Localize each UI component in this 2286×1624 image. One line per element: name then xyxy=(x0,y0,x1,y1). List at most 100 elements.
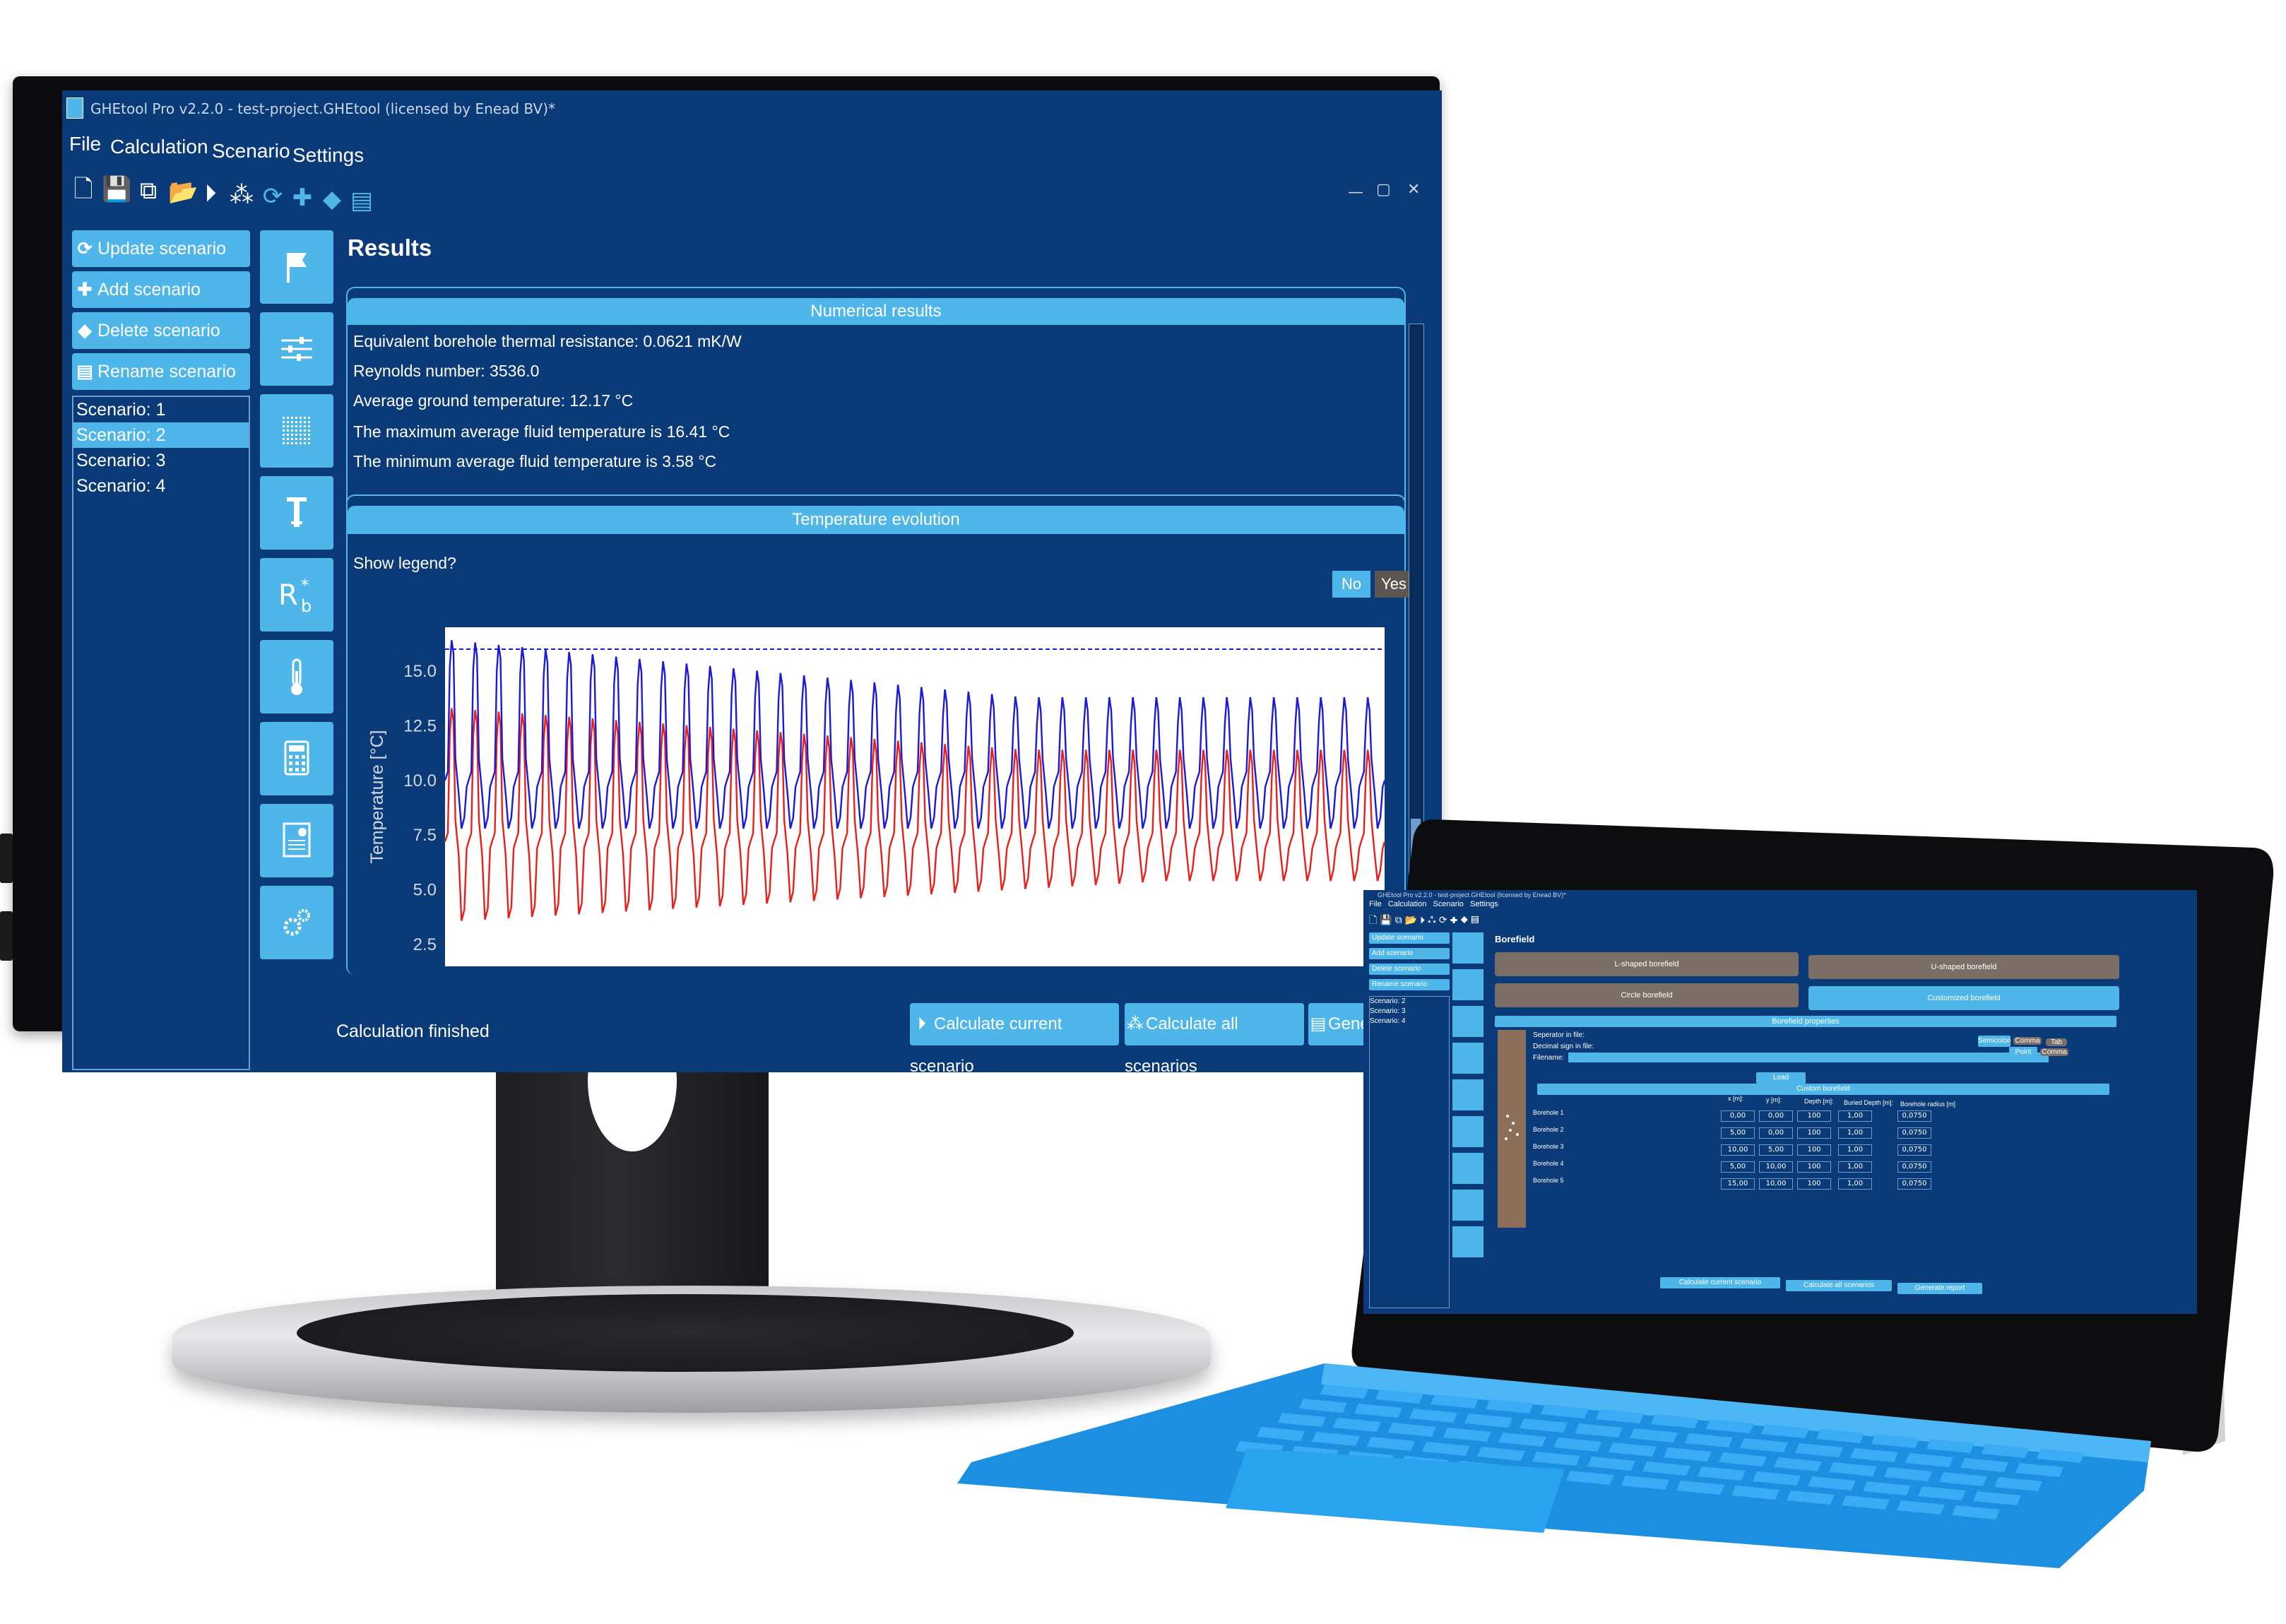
borehole-y-field[interactable]: 10,00 xyxy=(1759,1161,1793,1173)
calculate-current-scenario-button[interactable]: ⏵ Calculate current scenario xyxy=(910,1003,1119,1072)
rename-scenario-button[interactable]: ▤ Rename scenario xyxy=(72,353,250,390)
tablet-nav-report-icon[interactable] xyxy=(1452,1190,1483,1221)
add-scenario-button[interactable]: ✚ Add scenario xyxy=(72,271,250,308)
borehole-radius-field[interactable]: 0,0750 xyxy=(1897,1110,1931,1122)
tablet-nav-flag-icon[interactable] xyxy=(1452,932,1483,964)
nav-settings[interactable] xyxy=(260,886,333,959)
borehole-y-field[interactable]: 0,00 xyxy=(1759,1127,1793,1139)
nav-borehole[interactable] xyxy=(260,476,333,550)
tablet-calc-current-button[interactable]: Calculate current scenario xyxy=(1660,1277,1780,1288)
tablet-nav-borehole-icon[interactable] xyxy=(1452,1043,1483,1074)
nav-calculation[interactable] xyxy=(260,722,333,795)
list-item[interactable]: Scenario: 3 xyxy=(73,448,249,473)
delete-scenario-button[interactable]: ◆ Delete scenario xyxy=(72,312,250,349)
tablet-nav-rb-icon[interactable] xyxy=(1452,1079,1483,1110)
list-item[interactable]: Scenario: 4 xyxy=(73,473,249,499)
minimize-button[interactable]: — xyxy=(1348,184,1363,201)
tablet-update-scenario-button[interactable]: Update scenario xyxy=(1369,932,1450,944)
borehole-y-field[interactable]: 10,00 xyxy=(1759,1178,1793,1190)
tablet-nav-thermometer-icon[interactable] xyxy=(1452,1116,1483,1147)
save-as-icon[interactable]: ⧉ xyxy=(136,177,161,205)
borehole-radius-field[interactable]: 0,0750 xyxy=(1897,1127,1931,1139)
tablet-menu-file[interactable]: File xyxy=(1369,900,1382,908)
menu-scenario[interactable]: Scenario xyxy=(212,140,290,162)
play-icon[interactable]: ⏵ xyxy=(198,179,223,208)
sep-comma-option[interactable]: Comma xyxy=(2013,1037,2042,1045)
close-button[interactable]: ✕ xyxy=(1407,181,1420,198)
borehole-y-field[interactable]: 0,00 xyxy=(1759,1110,1793,1122)
borehole-buried-field[interactable]: 1,00 xyxy=(1838,1144,1872,1156)
nav-thermal-demands[interactable] xyxy=(260,312,333,386)
tablet-menu-scenario[interactable]: Scenario xyxy=(1433,900,1464,908)
tablet-nav-grid-icon[interactable] xyxy=(1452,1006,1483,1037)
borehole-x-field[interactable]: 15,00 xyxy=(1721,1178,1755,1190)
tablet-nav-sliders-icon[interactable] xyxy=(1452,969,1483,1000)
borehole-radius-field[interactable]: 0,0750 xyxy=(1897,1178,1931,1190)
borehole-depth-field[interactable]: 100 xyxy=(1797,1178,1831,1190)
l-shaped-borefield-button[interactable]: L-shaped borefield xyxy=(1495,952,1799,976)
borehole-y-field[interactable]: 5,00 xyxy=(1759,1144,1793,1156)
borehole-depth-field[interactable]: 100 xyxy=(1797,1110,1831,1122)
list-item[interactable]: Scenario: 3 xyxy=(1370,1007,1449,1017)
legend-yes-button[interactable]: Yes xyxy=(1375,571,1413,598)
sep-semicolon-option[interactable]: Semicolon xyxy=(1978,1036,2011,1047)
borehole-buried-field[interactable]: 1,00 xyxy=(1838,1110,1872,1122)
u-shaped-borefield-button[interactable]: U-shaped borefield xyxy=(1808,955,2119,979)
nav-borefield[interactable] xyxy=(260,394,333,468)
tablet-generate-report-button[interactable]: Generate report xyxy=(1897,1283,1982,1294)
sep-tab-option[interactable]: Tab xyxy=(2046,1038,2067,1046)
borehole-buried-field[interactable]: 1,00 xyxy=(1838,1178,1872,1190)
rename-icon[interactable]: ▤ xyxy=(349,186,374,215)
new-file-icon[interactable]: 🗋 xyxy=(71,175,96,203)
network-icon[interactable]: ⁂ xyxy=(229,181,254,209)
filename-input[interactable] xyxy=(1568,1053,2049,1062)
borehole-depth-field[interactable]: 100 xyxy=(1797,1161,1831,1173)
maximize-button[interactable]: ▢ xyxy=(1376,181,1391,198)
borehole-x-field[interactable]: 5,00 xyxy=(1721,1161,1755,1173)
list-item[interactable]: Scenario: 4 xyxy=(1370,1017,1449,1026)
menu-calculation[interactable]: Calculation xyxy=(110,136,208,158)
nav-results[interactable] xyxy=(260,804,333,877)
menu-file[interactable]: File xyxy=(69,133,101,155)
save-icon[interactable]: 💾 xyxy=(102,175,131,203)
borehole-x-field[interactable]: 0,00 xyxy=(1721,1110,1755,1122)
menu-settings[interactable]: Settings xyxy=(292,144,364,167)
load-button[interactable]: Load xyxy=(1756,1072,1806,1084)
legend-no-button[interactable]: No xyxy=(1332,571,1370,598)
borehole-buried-field[interactable]: 1,00 xyxy=(1838,1161,1872,1173)
borehole-radius-field[interactable]: 0,0750 xyxy=(1897,1161,1931,1173)
tablet-scenario-list[interactable]: Scenario: 2 Scenario: 3 Scenario: 4 xyxy=(1369,996,1450,1308)
update-scenario-button[interactable]: ⟳ Update scenario xyxy=(72,230,250,267)
open-folder-icon[interactable]: 📂 xyxy=(168,178,198,206)
customized-borefield-button[interactable]: Customized borefield xyxy=(1808,986,2119,1010)
tablet-menu-calculation[interactable]: Calculation xyxy=(1388,900,1426,908)
tablet-menu-settings[interactable]: Settings xyxy=(1470,900,1498,908)
nav-general[interactable] xyxy=(260,230,333,304)
scenario-list[interactable]: Scenario: 1 Scenario: 2 Scenario: 3 Scen… xyxy=(72,396,250,1070)
tablet-delete-scenario-button[interactable]: Delete scenario xyxy=(1369,964,1450,975)
dec-point-option[interactable]: Point xyxy=(2009,1047,2037,1058)
tablet-nav-settings-icon[interactable] xyxy=(1452,1226,1483,1257)
calculate-all-scenarios-button[interactable]: ⁂ Calculate all scenarios xyxy=(1125,1003,1304,1072)
list-item[interactable]: Scenario: 1 xyxy=(73,397,249,422)
borehole-x-field[interactable]: 5,00 xyxy=(1721,1127,1755,1139)
borehole-buried-field[interactable]: 1,00 xyxy=(1838,1127,1872,1139)
eraser-icon[interactable]: ◆ xyxy=(319,185,345,213)
borehole-depth-field[interactable]: 100 xyxy=(1797,1127,1831,1139)
nav-temperature[interactable] xyxy=(260,640,333,713)
list-item[interactable]: Scenario: 2 xyxy=(1370,997,1449,1007)
plus-icon[interactable]: ✚ xyxy=(290,184,315,212)
list-item-selected[interactable]: Scenario: 2 xyxy=(73,422,249,448)
tablet-keyboard xyxy=(957,1363,2151,1568)
borehole-depth-field[interactable]: 100 xyxy=(1797,1144,1831,1156)
refresh-icon[interactable]: ⟳ xyxy=(260,182,285,211)
borehole-x-field[interactable]: 10,00 xyxy=(1721,1144,1755,1156)
tablet-nav-calculator-icon[interactable] xyxy=(1452,1153,1483,1184)
dec-comma-option[interactable]: Comma xyxy=(2040,1048,2068,1056)
nav-equivalent-resistance[interactable]: R b * xyxy=(260,558,333,632)
tablet-add-scenario-button[interactable]: Add scenario xyxy=(1369,948,1450,959)
borehole-radius-field[interactable]: 0,0750 xyxy=(1897,1144,1931,1156)
tablet-rename-scenario-button[interactable]: Rename scenario xyxy=(1369,979,1450,990)
circle-borefield-button[interactable]: Circle borefield xyxy=(1495,983,1799,1007)
tablet-calc-all-button[interactable]: Calculate all scenarios xyxy=(1786,1280,1892,1291)
